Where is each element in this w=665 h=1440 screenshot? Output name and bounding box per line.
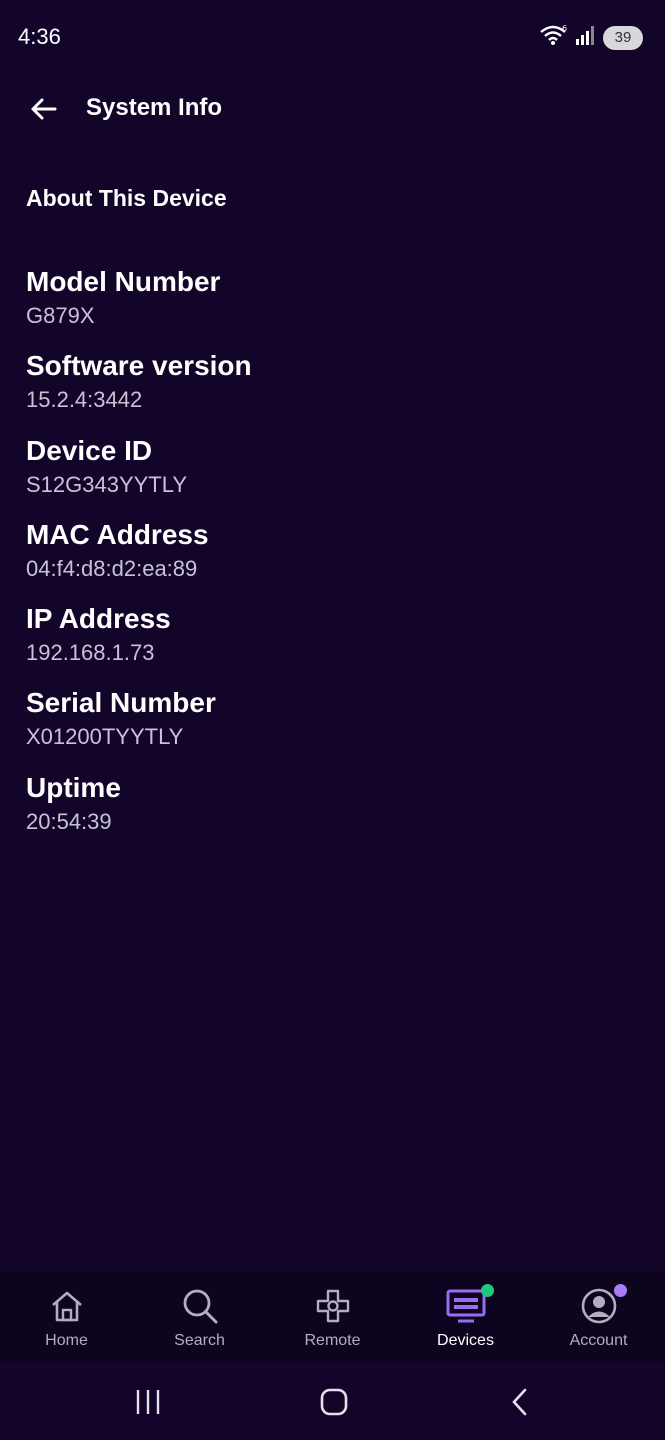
devices-icon <box>446 1284 494 1326</box>
nav-item-home[interactable]: Home <box>0 1272 133 1362</box>
section-title: About This Device <box>26 185 227 211</box>
nav-item-search[interactable]: Search <box>133 1272 266 1362</box>
bottom-nav: Home Search Remote Devices Account <box>0 1272 665 1362</box>
info-label: Uptime <box>26 771 121 803</box>
svg-text:6: 6 <box>562 24 567 33</box>
chevron-left-icon <box>512 1388 527 1416</box>
status-bar: 4:36 6 39 <box>0 0 665 72</box>
system-nav-bar <box>0 1362 665 1440</box>
search-icon <box>180 1286 220 1326</box>
info-label: Model Number <box>26 266 221 297</box>
nav-label-remote: Remote <box>304 1332 361 1349</box>
info-label: Device ID <box>26 434 153 466</box>
nav-item-remote[interactable]: Remote <box>266 1272 399 1362</box>
nav-item-devices[interactable]: Devices <box>399 1272 532 1362</box>
info-label: MAC Address <box>26 518 209 550</box>
home-icon <box>47 1286 87 1326</box>
arrow-left-icon <box>31 98 57 120</box>
status-icons: 6 39 <box>539 24 643 51</box>
info-label: Serial Number <box>26 687 216 719</box>
battery-icon: 39 <box>603 25 643 50</box>
home-system-icon <box>320 1388 348 1416</box>
wifi-icon: 6 <box>539 24 569 51</box>
info-item-device-id: Device ID S12G343YYTLY <box>26 434 626 518</box>
back-button[interactable] <box>26 92 60 126</box>
info-value: X01200TYYTLY <box>26 724 184 750</box>
recent-apps-button[interactable] <box>128 1384 168 1420</box>
app-bar: System Info <box>0 82 665 134</box>
info-item-uptime: Uptime 20:54:39 <box>26 771 626 855</box>
nav-item-account[interactable]: Account <box>532 1272 665 1362</box>
devices-badge <box>480 1284 494 1297</box>
info-value: 04:f4:d8:d2:ea:89 <box>26 555 198 581</box>
info-list: Model Number G879X Software version 15.2… <box>26 265 626 855</box>
info-value: 20:54:39 <box>26 808 112 834</box>
back-system-button[interactable] <box>500 1384 540 1420</box>
nav-label-home: Home <box>45 1332 88 1349</box>
nav-label-account: Account <box>569 1332 628 1349</box>
info-value: 192.168.1.73 <box>26 640 155 666</box>
info-item-ip-address: IP Address 192.168.1.73 <box>26 602 626 686</box>
account-badge <box>613 1284 627 1297</box>
home-system-button[interactable] <box>314 1384 354 1420</box>
info-item-mac-address: MAC Address 04:f4:d8:d2:ea:89 <box>26 518 626 602</box>
info-value: G879X <box>26 303 95 328</box>
info-label: IP Address <box>26 603 171 635</box>
status-time: 4:36 <box>18 24 61 49</box>
remote-icon <box>313 1286 353 1326</box>
page-title: System Info <box>86 94 223 121</box>
info-value: 15.2.4:3442 <box>26 387 143 413</box>
signal-icon <box>575 24 597 51</box>
info-label: Software version <box>26 350 252 382</box>
info-item-model-number: Model Number G879X <box>26 265 626 349</box>
account-icon <box>579 1284 627 1326</box>
info-item-software-version: Software version 15.2.4:3442 <box>26 349 626 433</box>
info-item-serial-number: Serial Number X01200TYYTLY <box>26 686 626 770</box>
nav-label-devices: Devices <box>437 1332 494 1349</box>
nav-label-search: Search <box>174 1332 225 1349</box>
recent-apps-icon <box>136 1390 160 1414</box>
info-value: S12G343YYTLY <box>26 471 188 497</box>
